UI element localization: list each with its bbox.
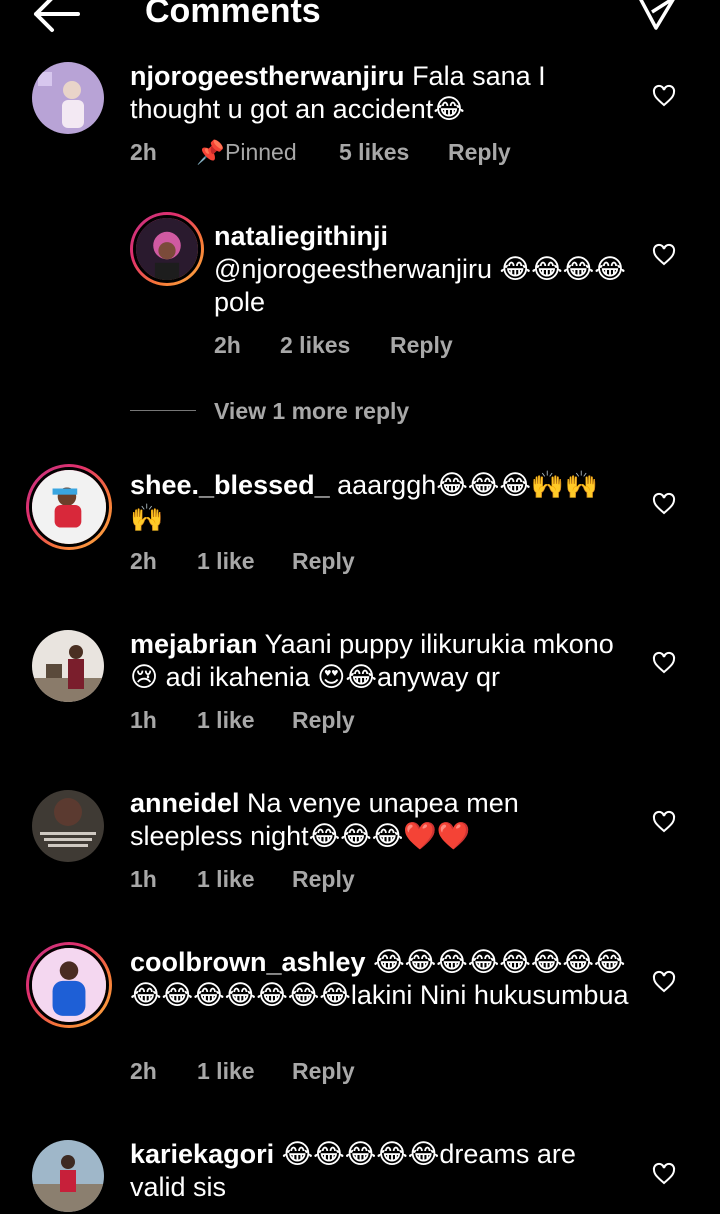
comment-time: 2h (130, 1058, 157, 1084)
comment-username[interactable]: coolbrown_ashley (130, 947, 366, 977)
heart-outline-icon[interactable] (652, 810, 676, 834)
comment-body: anneidel Na venye unapea men sleepless n… (130, 787, 630, 853)
header-bar: Comments (0, 0, 720, 40)
reply-button[interactable]: Reply (390, 332, 453, 359)
avatar[interactable] (26, 942, 112, 1028)
heart-outline-icon[interactable] (652, 970, 676, 994)
pin-icon: 📌 (196, 139, 225, 165)
avatar[interactable] (32, 1140, 104, 1212)
likes-count[interactable]: 2 likes (280, 332, 350, 359)
likes-count[interactable]: 1 like (197, 1058, 255, 1085)
avatar[interactable] (32, 790, 104, 862)
avatar[interactable] (32, 62, 104, 134)
heart-outline-icon[interactable] (652, 651, 676, 675)
pinned-label: Pinned (225, 139, 297, 165)
reply-button[interactable]: Reply (292, 1058, 355, 1085)
comment-username[interactable]: njorogeestherwanjiru (130, 61, 405, 91)
view-more-divider (130, 410, 196, 411)
likes-count[interactable]: 1 like (197, 707, 255, 734)
comment-text: @njorogeestherwanjiru 😂😂😂😂pole (214, 254, 626, 317)
view-more-replies-button[interactable]: View 1 more reply (214, 398, 409, 425)
comment-time: 2h (214, 332, 241, 358)
likes-count[interactable]: 1 like (197, 866, 255, 893)
comment-body: mejabrian Yaani puppy ilikurukia mkono 😢… (130, 628, 630, 694)
comment-time: 2h (130, 548, 157, 574)
comment-body: kariekagori 😂😂😂😂😂dreams are valid sis (130, 1138, 630, 1204)
comment-body: coolbrown_ashley 😂😂😂😂😂😂😂😂😂😂😂😂😂😂😂lakini N… (130, 946, 630, 1012)
heart-outline-icon[interactable] (652, 84, 676, 108)
likes-count[interactable]: 1 like (197, 548, 255, 575)
comment-time: 1h (130, 707, 157, 733)
comment-body: nataliegithinji @njorogeestherwanjiru 😂😂😂… (214, 220, 634, 319)
heart-outline-icon[interactable] (652, 492, 676, 516)
reply-button[interactable]: Reply (292, 548, 355, 575)
comment-time: 2h (130, 139, 157, 165)
heart-outline-icon[interactable] (652, 1162, 676, 1186)
comment-body: njorogeestherwanjiru Fala sana I thought… (130, 60, 630, 126)
comment-username[interactable]: anneidel (130, 788, 240, 818)
likes-count[interactable]: 5 likes (339, 139, 409, 166)
reply-button[interactable]: Reply (292, 866, 355, 893)
page-title: Comments (145, 0, 321, 30)
comment-body: shee._blessed_ aaarggh😂😂😂🙌🙌🙌 (130, 469, 630, 535)
comment-username[interactable]: nataliegithinji (214, 221, 388, 251)
avatar[interactable] (26, 464, 112, 550)
avatar[interactable] (32, 630, 104, 702)
reply-button[interactable]: Reply (448, 139, 511, 166)
reply-button[interactable]: Reply (292, 707, 355, 734)
avatar[interactable] (130, 212, 204, 286)
back-arrow-icon[interactable] (30, 0, 82, 34)
send-icon[interactable] (636, 0, 678, 34)
comment-username[interactable]: mejabrian (130, 629, 258, 659)
comment-time: 1h (130, 866, 157, 892)
heart-outline-icon[interactable] (652, 243, 676, 267)
comment-username[interactable]: shee._blessed_ (130, 470, 330, 500)
comment-username[interactable]: kariekagori (130, 1139, 274, 1169)
